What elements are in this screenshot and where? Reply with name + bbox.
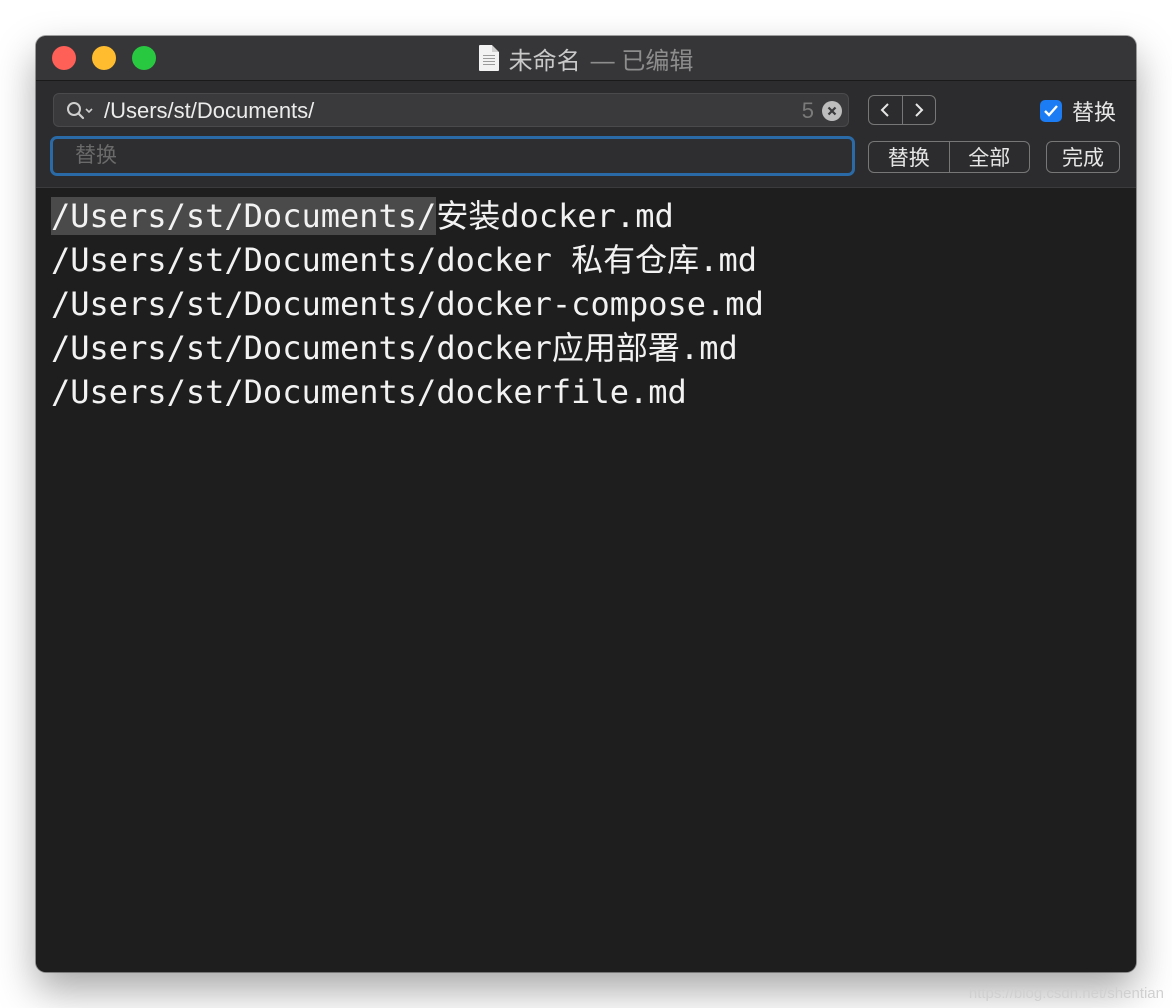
replace-checkbox[interactable]	[1040, 100, 1062, 122]
window-title: 未命名 — 已编辑	[36, 36, 1136, 80]
done-button[interactable]: 完成	[1046, 141, 1120, 173]
replace-buttons: 替换 全部	[868, 141, 1030, 173]
replace-toggle-label: 替换	[1072, 100, 1117, 125]
search-match-highlight: /Users/st/Documents/	[51, 197, 437, 235]
replace-field[interactable]	[50, 136, 855, 176]
document-name: 未命名	[508, 47, 581, 75]
misspelled-word: docker-compose.md	[436, 285, 764, 323]
text-line[interactable]: /Users/st/Documents/docker 私有仓库.md	[51, 238, 757, 282]
edited-status: — 已编辑	[590, 47, 694, 75]
line-text: docker应用部署.	[436, 329, 700, 367]
misspelled-word: md	[699, 329, 738, 367]
line-prefix: /Users/st/Documents/	[51, 329, 437, 367]
replace-button[interactable]: 替换	[869, 142, 949, 172]
find-replace-bar: /Users/st/Documents/ 5 替换 替换 替换 全部 完成	[36, 81, 1136, 188]
line-prefix: /Users/st/Documents/	[51, 373, 437, 411]
match-navigation	[868, 95, 936, 125]
line-text: docker 私有仓库.	[436, 241, 719, 279]
title-bar: 未命名 — 已编辑	[36, 36, 1136, 81]
document-icon[interactable]	[478, 45, 499, 71]
text-editor-window: 未命名 — 已编辑 /Users/st/Documents/ 5 替换 替换 替…	[36, 36, 1136, 972]
misspelled-word: docker.md	[500, 197, 674, 235]
watermark: https://blog.csdn.net/shentian	[968, 985, 1164, 1002]
text-line[interactable]: /Users/st/Documents/docker-compose.md	[51, 282, 764, 326]
previous-match-button[interactable]	[869, 96, 902, 124]
line-prefix: /Users/st/Documents/	[51, 285, 437, 323]
chevron-right-icon	[915, 103, 924, 117]
line-prefix: /Users/st/Documents/	[51, 241, 437, 279]
replace-toggle[interactable]: 替换	[1040, 95, 1116, 127]
line-text: 安装	[436, 197, 501, 235]
chevron-left-icon	[880, 103, 889, 117]
search-icon[interactable]	[66, 101, 96, 121]
clear-search-icon[interactable]	[822, 101, 842, 121]
text-line[interactable]: /Users/st/Documents/dockerfile.md	[51, 370, 687, 414]
text-line[interactable]: /Users/st/Documents/安装docker.md	[51, 194, 674, 238]
replace-all-button[interactable]: 全部	[948, 142, 1030, 172]
search-input[interactable]: /Users/st/Documents/	[104, 98, 314, 124]
text-editor[interactable]: /Users/st/Documents/安装docker.md /Users/s…	[36, 188, 1136, 972]
checkmark-icon	[1044, 105, 1058, 117]
misspelled-word: dockerfile.md	[436, 373, 687, 411]
misspelled-word: md	[718, 241, 757, 279]
match-count: 5	[801, 98, 814, 123]
next-match-button[interactable]	[901, 96, 936, 124]
search-field[interactable]: /Users/st/Documents/ 5	[53, 93, 849, 127]
text-line[interactable]: /Users/st/Documents/docker应用部署.md	[51, 326, 738, 370]
replace-input[interactable]	[53, 139, 852, 173]
